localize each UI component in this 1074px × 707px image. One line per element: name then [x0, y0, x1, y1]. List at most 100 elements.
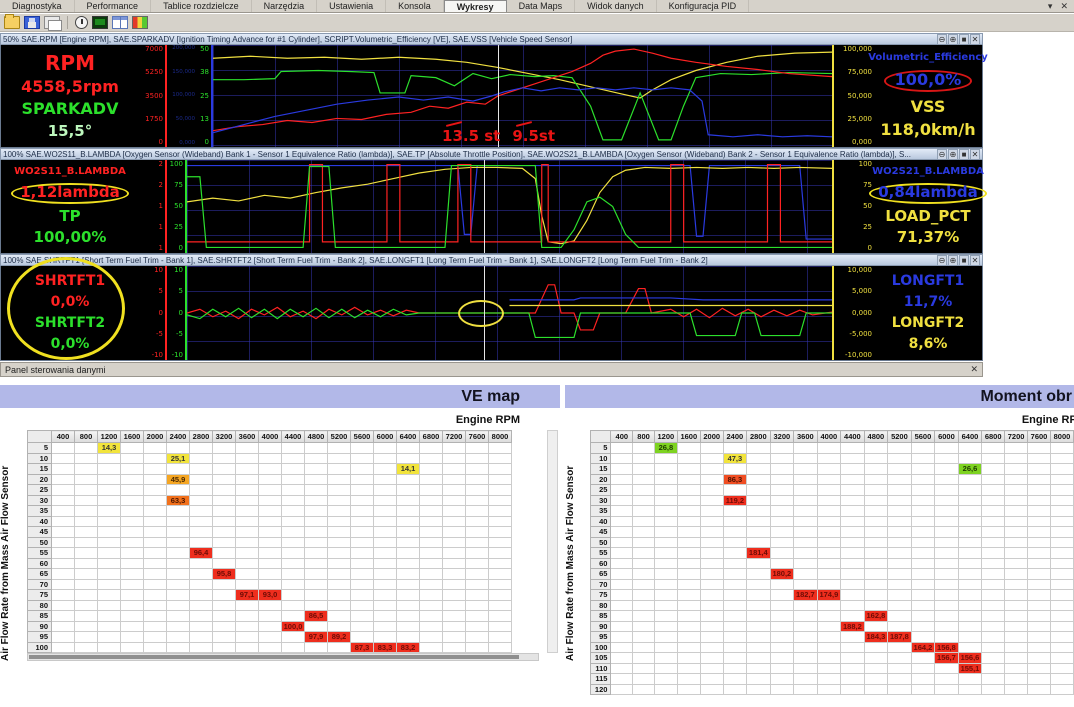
map-cell-110-800[interactable] [632, 662, 655, 674]
map-cell-25-7600[interactable] [465, 484, 489, 496]
map-cell-10-4400[interactable] [281, 452, 305, 464]
map-cell-95-6800[interactable] [981, 631, 1006, 643]
map-cell-85-8000[interactable] [488, 610, 512, 622]
map-cell-80-6000[interactable] [934, 599, 959, 611]
map-cell-75-4800[interactable] [304, 589, 328, 601]
map-cell-20-6400[interactable] [957, 473, 983, 485]
map-cell-70-6800[interactable] [419, 578, 443, 590]
map-cell-100-3600[interactable] [793, 641, 818, 653]
map-cell-15-1600[interactable] [120, 463, 144, 475]
map-cell-20-3200[interactable] [769, 473, 795, 485]
map-cell-95-1200[interactable] [97, 631, 121, 643]
map-cell-25-2400[interactable] [722, 484, 748, 496]
map-cell-25-3200[interactable] [212, 484, 236, 496]
map-cell-120-7200[interactable] [1004, 683, 1029, 695]
menu-item-tablice-rozdzielcze[interactable]: Tablice rozdzielcze [151, 0, 252, 12]
map-cell-5-800[interactable] [74, 442, 98, 454]
map-cell-15-3600[interactable] [793, 463, 818, 475]
map-cell-85-6800[interactable] [419, 610, 443, 622]
map-cell-115-2800[interactable] [746, 673, 771, 685]
map-cell-75-8000[interactable] [488, 589, 512, 601]
map-cell-50-2000[interactable] [699, 536, 724, 548]
map-cell-50-1600[interactable] [676, 536, 701, 548]
map-cell-65-2000[interactable] [143, 568, 167, 580]
map-cell-100-4000[interactable] [816, 641, 842, 653]
map-cell-40-7200[interactable] [442, 515, 466, 527]
map-cell-55-4400[interactable] [840, 547, 865, 559]
map-cell-60-2800[interactable] [746, 557, 771, 569]
map-cell-40-3600[interactable] [793, 515, 818, 527]
map-cell-15-7600[interactable] [465, 463, 489, 475]
map-cell-60-3200[interactable] [769, 557, 795, 569]
map-cell-100-7600[interactable] [465, 641, 489, 653]
map-cell-65-6000[interactable] [373, 568, 397, 580]
map-cell-45-7200[interactable] [442, 526, 466, 538]
map-cell-60-2800[interactable] [189, 557, 213, 569]
stop-icon[interactable]: ■ [959, 34, 969, 44]
map-cell-20-800[interactable] [74, 473, 98, 485]
map-cell-85-7600[interactable] [465, 610, 489, 622]
map-cell-30-4800[interactable] [304, 494, 328, 506]
map-cell-45-6800[interactable] [419, 526, 443, 538]
map-cell-10-8000[interactable] [1049, 452, 1074, 464]
map-cell-45-4800[interactable] [863, 526, 889, 538]
map-cell-60-4800[interactable] [304, 557, 328, 569]
map-cell-55-8000[interactable] [488, 547, 512, 559]
map-cell-5-2000[interactable] [699, 442, 724, 454]
map-cell-90-6000[interactable] [934, 620, 959, 632]
map-cell-10-6400[interactable] [957, 452, 983, 464]
map-cell-60-4400[interactable] [281, 557, 305, 569]
close-icon[interactable]: ✕ [970, 364, 978, 375]
map-cell-70-7200[interactable] [442, 578, 466, 590]
map-cell-95-2800[interactable] [746, 631, 771, 643]
map-cell-60-7600[interactable] [1027, 557, 1051, 569]
map-cell-50-5600[interactable] [910, 536, 936, 548]
map-cell-70-3600[interactable] [793, 578, 818, 590]
map-cell-100-3200[interactable] [212, 641, 236, 653]
map-cell-70-3200[interactable] [212, 578, 236, 590]
map-cell-55-7600[interactable] [465, 547, 489, 559]
map-cell-35-4800[interactable] [304, 505, 328, 517]
open-file-icon[interactable] [4, 14, 20, 29]
map-cell-5-1200[interactable]: 14,3 [97, 442, 121, 454]
map-cell-100-3600[interactable] [235, 641, 259, 653]
map-cell-70-800[interactable] [74, 578, 98, 590]
map-cell-70-5200[interactable] [887, 578, 912, 590]
map-cell-100-7200[interactable] [1004, 641, 1029, 653]
map-cell-55-4400[interactable] [281, 547, 305, 559]
map-cell-25-4400[interactable] [840, 484, 865, 496]
map-cell-5-5600[interactable] [350, 442, 374, 454]
map-cell-10-1200[interactable] [653, 452, 678, 464]
map-cell-55-3600[interactable] [793, 547, 818, 559]
map-cell-25-3200[interactable] [769, 484, 795, 496]
map-cell-20-6400[interactable] [396, 473, 420, 485]
map-cell-75-6800[interactable] [419, 589, 443, 601]
map-cell-20-5600[interactable] [350, 473, 374, 485]
map-cell-60-800[interactable] [632, 557, 655, 569]
map-cell-70-5600[interactable] [910, 578, 936, 590]
map-cell-5-3200[interactable] [769, 442, 795, 454]
map-cell-15-4800[interactable] [863, 463, 889, 475]
map-cell-15-4000[interactable] [258, 463, 282, 475]
map-cell-75-4800[interactable] [863, 589, 889, 601]
map-cell-65-4800[interactable] [304, 568, 328, 580]
map-cell-55-5600[interactable] [350, 547, 374, 559]
map-cell-115-2000[interactable] [699, 673, 724, 685]
map-cell-45-4800[interactable] [304, 526, 328, 538]
map-cell-55-2800[interactable]: 96,4 [189, 547, 213, 559]
map-cell-25-400[interactable] [610, 484, 634, 496]
map-cell-70-6000[interactable] [934, 578, 959, 590]
map-cell-55-4800[interactable] [304, 547, 328, 559]
map-cell-5-6800[interactable] [419, 442, 443, 454]
map-cell-105-7600[interactable] [1027, 652, 1051, 664]
map-cell-80-3600[interactable] [235, 599, 259, 611]
map-cell-15-2000[interactable] [699, 463, 724, 475]
stopwatch-icon[interactable] [75, 16, 88, 29]
map-cell-25-6400[interactable] [957, 484, 983, 496]
map-cell-65-7200[interactable] [442, 568, 466, 580]
map-cell-10-400[interactable] [610, 452, 634, 464]
map-cell-100-400[interactable] [610, 641, 634, 653]
map-cell-25-3600[interactable] [793, 484, 818, 496]
map-cell-95-5200[interactable]: 187,8 [887, 631, 912, 643]
map-cell-35-1200[interactable] [653, 505, 678, 517]
